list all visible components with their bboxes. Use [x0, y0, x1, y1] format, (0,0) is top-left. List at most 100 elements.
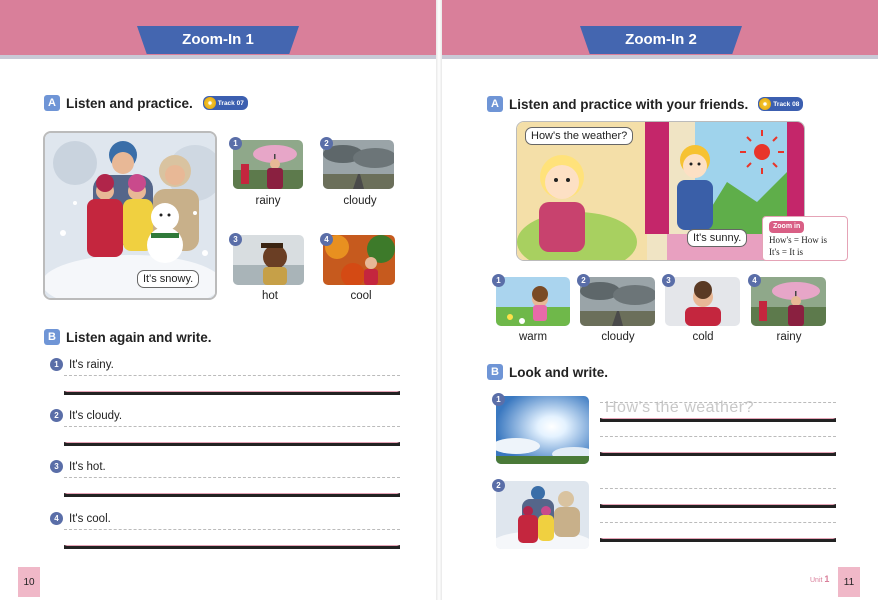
- write-row-1: 1 It's rainy.: [50, 358, 114, 371]
- autumn-scene-illustration: [323, 235, 395, 285]
- guide-line: [600, 402, 836, 403]
- item-label-rainy: rainy: [255, 195, 281, 207]
- write-line[interactable]: [600, 504, 836, 508]
- item-number: 1: [229, 137, 242, 150]
- item-label-cloudy: cloudy: [601, 331, 635, 343]
- left-section-b-heading: B Listen again and write.: [44, 329, 212, 345]
- guide-line: [64, 529, 400, 530]
- snowy-scene-illustration: [496, 481, 589, 549]
- cloudy-scene-illustration: [580, 277, 655, 326]
- write-prompt: It's hot.: [69, 460, 106, 473]
- section-letter: B: [487, 364, 503, 380]
- section-title: Listen and practice.: [66, 95, 193, 111]
- snowy-caption-bubble: It's snowy.: [137, 270, 200, 288]
- sunny-sky-illustration: [496, 396, 589, 464]
- right-band-shadow: [442, 55, 878, 59]
- write-line[interactable]: [600, 418, 836, 422]
- item-number: 4: [748, 274, 761, 287]
- warm-photo: [496, 277, 570, 326]
- item-number: 1: [492, 274, 505, 287]
- write-prompt: It's rainy.: [69, 358, 114, 371]
- track-label: Track 07: [217, 99, 244, 107]
- item-number: 2: [577, 274, 590, 287]
- write-row-3: 3 It's hot.: [50, 460, 106, 473]
- rainy-scene-illustration: [233, 140, 303, 189]
- hot-scene-illustration: [233, 235, 304, 285]
- item-label-rainy: rainy: [776, 331, 802, 343]
- section-letter: A: [487, 96, 503, 112]
- item-number: 2: [320, 137, 333, 150]
- track-badge[interactable]: Track 08: [758, 97, 804, 111]
- right-ribbon-title: Zoom-In 2: [580, 26, 742, 54]
- item-number: 1: [492, 393, 505, 406]
- rainy-scene-illustration: [751, 277, 826, 326]
- item-number: 3: [662, 274, 675, 287]
- left-page-number: 10: [18, 567, 40, 597]
- right-section-a-heading: A Listen and practice with your friends.…: [487, 96, 804, 112]
- answer-bubble: It's sunny.: [687, 229, 748, 247]
- left-section-a-heading: A Listen and practice. Track 07: [44, 95, 248, 111]
- track-label: Track 08: [773, 100, 800, 108]
- section-title: Listen and practice with your friends.: [509, 96, 749, 112]
- cd-icon: [203, 97, 216, 109]
- unit-prefix: Unit: [810, 577, 823, 584]
- sunny-sky-photo: [496, 396, 589, 464]
- item-label-cool: cool: [350, 290, 372, 302]
- guide-line: [600, 522, 836, 523]
- zoom-line-2: It's = It is: [769, 247, 803, 257]
- section-letter: B: [44, 329, 60, 345]
- write-line[interactable]: [600, 452, 836, 456]
- section-title: Look and write.: [509, 364, 609, 380]
- write-prompt: It's cool.: [69, 512, 111, 525]
- unit-number: 1: [824, 574, 830, 584]
- right-section-b-heading: B Look and write.: [487, 364, 608, 380]
- cd-icon: [759, 98, 772, 110]
- item-number: 1: [50, 358, 63, 371]
- snowy-family-photo-small: [496, 481, 589, 549]
- section-title: Listen again and write.: [66, 329, 212, 345]
- write-line[interactable]: [600, 538, 836, 542]
- guide-line: [64, 477, 400, 478]
- guide-line: [64, 375, 400, 376]
- track-badge[interactable]: Track 07: [202, 96, 248, 110]
- item-number: 3: [50, 460, 63, 473]
- cold-photo: [665, 277, 740, 326]
- book-spine: [436, 0, 442, 600]
- zoom-in-note: Zoom in How's = How is It's = It is: [762, 216, 848, 261]
- cool-photo: [323, 235, 395, 285]
- item-label-cloudy: cloudy: [343, 195, 377, 207]
- write-prompt: It's cloudy.: [69, 409, 123, 422]
- left-band-shadow: [0, 55, 436, 59]
- hot-photo: [233, 235, 304, 285]
- item-number: 4: [50, 512, 63, 525]
- left-ribbon-title: Zoom-In 1: [137, 26, 299, 54]
- item-label-hot: hot: [262, 290, 278, 302]
- zoom-in-tag: Zoom in: [769, 221, 805, 233]
- write-line[interactable]: [64, 493, 400, 497]
- write-line[interactable]: [64, 391, 400, 395]
- guide-line: [600, 488, 836, 489]
- question-bubble: How's the weather?: [525, 127, 634, 145]
- write-row-4: 4 It's cool.: [50, 512, 111, 525]
- write-line[interactable]: [64, 545, 400, 549]
- section-letter: A: [44, 95, 60, 111]
- snowy-family-photo: It's snowy.: [43, 131, 217, 300]
- unit-label: Unit 1: [810, 574, 829, 584]
- rainy-photo-2: [751, 277, 826, 326]
- warm-scene-illustration: [496, 277, 570, 326]
- cloudy-scene-illustration: [323, 140, 394, 189]
- item-label-warm: warm: [518, 331, 548, 343]
- write-row-2: 2 It's cloudy.: [50, 409, 122, 422]
- item-number: 2: [492, 479, 505, 492]
- cloudy-photo-2: [580, 277, 655, 326]
- item-label-cold: cold: [692, 331, 714, 343]
- guide-line: [64, 426, 400, 427]
- rainy-photo: [233, 140, 303, 189]
- right-page-number: 11: [838, 567, 860, 597]
- write-line[interactable]: [64, 442, 400, 446]
- item-number: 3: [229, 233, 242, 246]
- zoom-line-1: How's = How is: [769, 235, 827, 245]
- item-number: 2: [50, 409, 63, 422]
- cloudy-photo: [323, 140, 394, 189]
- cold-scene-illustration: [665, 277, 740, 326]
